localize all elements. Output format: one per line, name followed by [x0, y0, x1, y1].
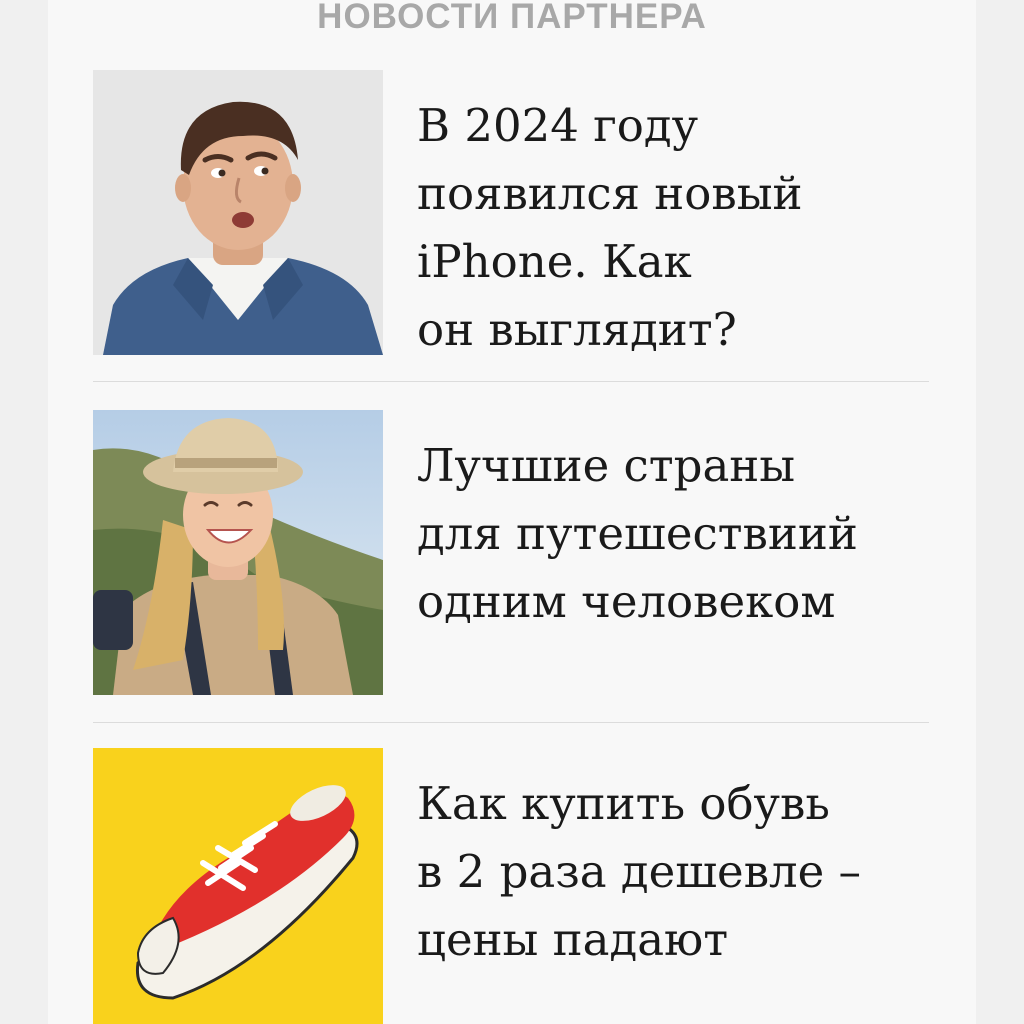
- article-card-iphone[interactable]: В 2024 году появился новый iPhone. Как о…: [93, 70, 929, 356]
- article-divider: [93, 381, 929, 382]
- red-sneaker-image: [93, 748, 383, 1024]
- smiling-traveler-image: [93, 410, 383, 695]
- article-card-travel[interactable]: Лучшие страны для путешествиий одним чел…: [93, 410, 929, 695]
- article-thumbnail[interactable]: [93, 70, 383, 355]
- article-thumbnail[interactable]: [93, 748, 383, 1024]
- partner-news-panel: НОВОСТИ ПАРТНЕРА В 2024 году появился но…: [48, 0, 976, 1024]
- surprised-man-image: [93, 70, 383, 355]
- article-thumbnail[interactable]: [93, 410, 383, 695]
- article-headline[interactable]: Как купить обувь в 2 раза дешевле – цены…: [417, 770, 927, 974]
- article-headline[interactable]: В 2024 году появился новый iPhone. Как о…: [417, 92, 927, 364]
- article-headline[interactable]: Лучшие страны для путешествиий одним чел…: [417, 432, 927, 636]
- article-divider: [93, 722, 929, 723]
- section-title: НОВОСТИ ПАРТНЕРА: [317, 0, 707, 36]
- article-card-shoes[interactable]: Как купить обувь в 2 раза дешевле – цены…: [93, 748, 929, 1024]
